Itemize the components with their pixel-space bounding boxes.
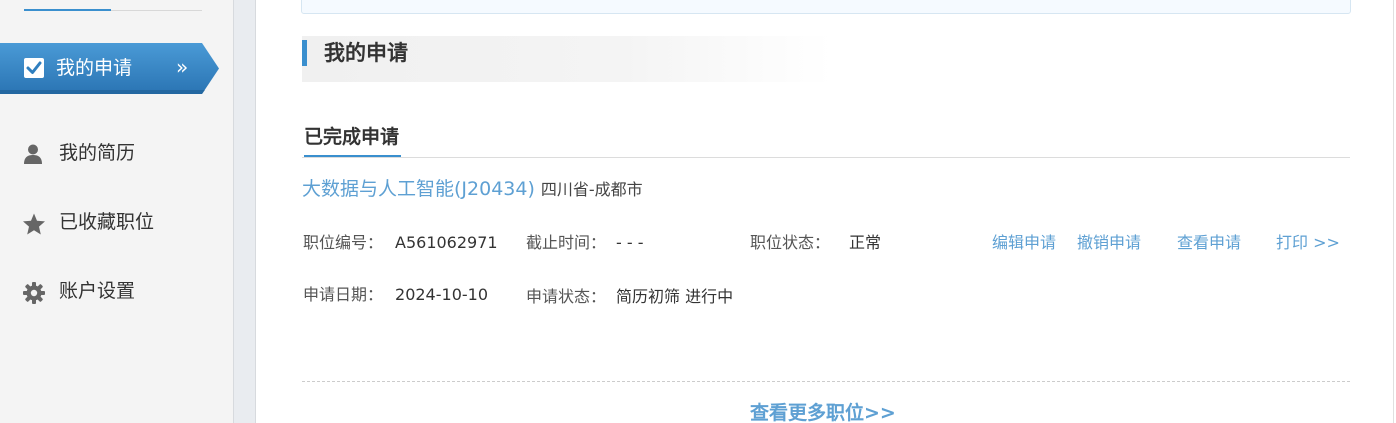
sidebar-top-divider bbox=[24, 9, 202, 11]
sidebar-divider bbox=[233, 0, 256, 423]
apply-status-field: 申请状态： 简历初筛 进行中 bbox=[526, 282, 746, 311]
tab-bar: 已完成申请 bbox=[302, 122, 1350, 158]
sidebar-item-my-applications[interactable]: 我的申请 » bbox=[0, 43, 219, 94]
apply-date-field: 申请日期： 2024-10-10 bbox=[303, 281, 488, 309]
checkbox-icon bbox=[23, 57, 45, 79]
sidebar-item-label: 我的申请 bbox=[56, 57, 133, 79]
edit-application-link[interactable]: 编辑申请 bbox=[992, 229, 1056, 257]
user-icon bbox=[22, 143, 48, 165]
sidebar-top-accent bbox=[24, 9, 111, 11]
job-heading: 大数据与人工智能(J20434) 四川省-成都市 bbox=[302, 176, 643, 204]
job-status-field: 职位状态： 正常 bbox=[750, 229, 881, 257]
tab-completed-applications[interactable]: 已完成申请 bbox=[304, 122, 402, 157]
deadline-label: 截止时间： bbox=[526, 233, 607, 252]
apply-date-label: 申请日期： bbox=[303, 285, 384, 304]
page: 我的申请 » 我的简历 已收藏职位 账户设置 我的申请 已完成申请 大数据与人工… bbox=[0, 0, 1396, 423]
sidebar-item-my-resume[interactable]: 我的简历 bbox=[22, 139, 212, 167]
job-id-value: A561062971 bbox=[395, 233, 498, 252]
double-chevron-right-icon: » bbox=[176, 55, 188, 79]
job-status-value: 正常 bbox=[849, 233, 882, 252]
notice-box bbox=[301, 0, 1351, 14]
deadline-value: - - - bbox=[616, 233, 644, 252]
job-id-label: 职位编号： bbox=[303, 233, 384, 252]
section-header: 我的申请 bbox=[302, 36, 832, 82]
sidebar-item-label: 我的简历 bbox=[59, 142, 136, 164]
view-application-link[interactable]: 查看申请 bbox=[1177, 229, 1241, 257]
job-id-field: 职位编号： A561062971 bbox=[303, 229, 498, 257]
job-location: 四川省-成都市 bbox=[540, 180, 643, 199]
star-icon bbox=[22, 212, 48, 235]
gear-icon bbox=[22, 281, 48, 304]
right-border bbox=[1393, 0, 1394, 423]
sidebar-item-saved-jobs[interactable]: 已收藏职位 bbox=[22, 208, 212, 236]
page-title: 我的申请 bbox=[324, 41, 408, 65]
apply-status-label: 申请状态： bbox=[526, 287, 607, 306]
sidebar-item-account-settings[interactable]: 账户设置 bbox=[22, 277, 212, 305]
deadline-field: 截止时间： - - - bbox=[526, 229, 644, 257]
view-more-jobs-link[interactable]: 查看更多职位>> bbox=[750, 399, 896, 423]
apply-status-value: 简历初筛 进行中 bbox=[616, 287, 734, 306]
sidebar-item-label: 已收藏职位 bbox=[59, 211, 155, 233]
sidebar: 我的申请 » 我的简历 已收藏职位 账户设置 bbox=[0, 0, 233, 423]
section-accent-bar bbox=[302, 40, 307, 66]
job-status-label: 职位状态： bbox=[750, 233, 831, 252]
dashed-divider bbox=[302, 381, 1350, 382]
job-title-link[interactable]: 大数据与人工智能(J20434) bbox=[302, 178, 535, 200]
sidebar-item-label: 账户设置 bbox=[59, 280, 136, 302]
apply-date-value: 2024-10-10 bbox=[395, 285, 488, 304]
print-link[interactable]: 打印 >> bbox=[1276, 229, 1340, 257]
withdraw-application-link[interactable]: 撤销申请 bbox=[1077, 229, 1141, 257]
